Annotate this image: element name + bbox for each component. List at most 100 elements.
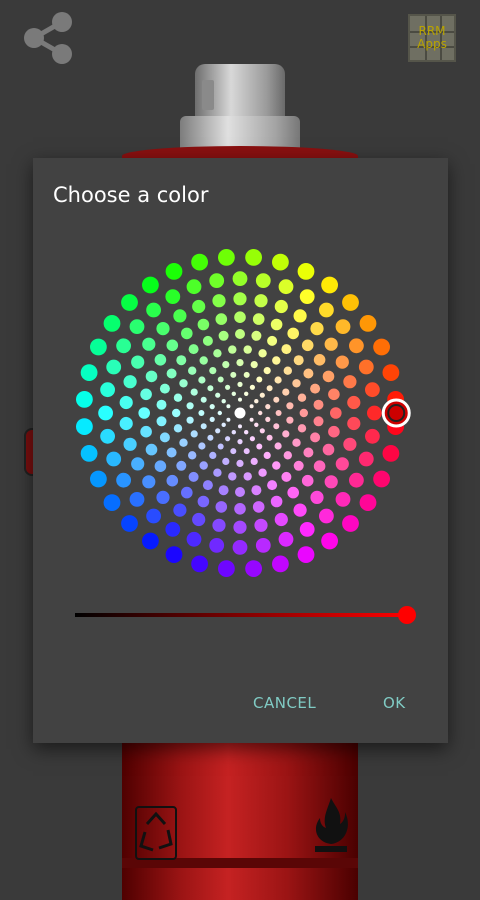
color-swatch[interactable] [197, 318, 210, 331]
color-swatch[interactable] [156, 490, 170, 504]
color-swatch[interactable] [221, 422, 226, 427]
color-swatch[interactable] [221, 399, 226, 404]
color-swatch[interactable] [365, 428, 380, 444]
color-swatch[interactable] [286, 402, 294, 410]
color-swatch[interactable] [258, 468, 267, 477]
color-swatch[interactable] [243, 472, 252, 481]
color-swatch[interactable] [282, 430, 290, 438]
color-swatch[interactable] [222, 361, 230, 369]
color-swatch[interactable] [287, 486, 299, 499]
color-swatch[interactable] [156, 322, 170, 336]
color-swatch[interactable] [100, 382, 115, 398]
color-swatch[interactable] [222, 457, 230, 465]
color-swatch[interactable] [233, 292, 247, 306]
color-swatch[interactable] [282, 388, 290, 396]
color-swatch[interactable] [283, 451, 292, 460]
color-swatch[interactable] [266, 434, 273, 441]
color-swatch[interactable] [365, 382, 380, 398]
color-swatch[interactable] [358, 451, 374, 467]
color-swatch[interactable] [198, 376, 206, 384]
color-swatch[interactable] [251, 485, 262, 496]
color-swatch[interactable] [373, 338, 390, 356]
color-swatch[interactable] [213, 349, 222, 358]
color-swatch[interactable] [98, 405, 113, 421]
color-swatch[interactable] [335, 355, 349, 369]
color-swatch[interactable] [140, 425, 152, 438]
color-swatch[interactable] [142, 337, 156, 351]
color-swatch[interactable] [243, 448, 250, 455]
color-swatch[interactable] [313, 460, 326, 473]
color-swatch[interactable] [237, 381, 243, 387]
color-swatch[interactable] [245, 560, 262, 577]
color-swatch[interactable] [238, 424, 242, 429]
color-swatch[interactable] [237, 439, 243, 445]
cancel-button[interactable]: CANCEL [253, 694, 316, 712]
color-swatch[interactable] [265, 416, 271, 422]
color-swatch[interactable] [217, 410, 222, 416]
color-swatch[interactable] [245, 249, 262, 266]
color-swatch[interactable] [156, 399, 167, 410]
color-swatch[interactable] [80, 445, 98, 462]
color-swatch[interactable] [207, 385, 214, 392]
color-swatch[interactable] [244, 430, 249, 435]
color-swatch[interactable] [179, 379, 188, 388]
color-swatch[interactable] [198, 410, 205, 416]
color-swatch[interactable] [145, 443, 158, 456]
color-swatch[interactable] [310, 490, 324, 504]
color-swatch[interactable] [100, 428, 115, 444]
color-swatch[interactable] [116, 472, 131, 488]
color-swatch[interactable] [293, 503, 307, 517]
color-swatch[interactable] [217, 376, 224, 383]
color-swatch[interactable] [249, 436, 255, 442]
color-swatch[interactable] [156, 416, 167, 427]
color-swatch[interactable] [190, 388, 198, 396]
color-swatch[interactable] [166, 339, 179, 352]
color-swatch[interactable] [119, 416, 133, 431]
color-swatch[interactable] [263, 451, 271, 459]
color-swatch[interactable] [310, 383, 321, 394]
color-swatch[interactable] [250, 457, 258, 465]
color-swatch[interactable] [129, 319, 145, 334]
color-swatch[interactable] [286, 416, 294, 424]
color-swatch[interactable] [235, 329, 245, 339]
color-swatch[interactable] [274, 512, 288, 527]
color-swatch[interactable] [252, 313, 265, 325]
color-swatch[interactable] [254, 399, 259, 404]
color-swatch[interactable] [191, 253, 209, 271]
color-swatch[interactable] [225, 384, 231, 390]
color-swatch[interactable] [274, 442, 282, 450]
color-swatch[interactable] [281, 344, 292, 355]
color-swatch[interactable] [76, 418, 93, 435]
color-swatch[interactable] [90, 470, 107, 488]
color-swatch[interactable] [215, 501, 228, 513]
color-swatch[interactable] [283, 366, 292, 375]
color-swatch[interactable] [176, 460, 187, 471]
color-swatch[interactable] [209, 404, 215, 410]
color-swatch[interactable] [313, 354, 326, 366]
color-swatch[interactable] [335, 457, 349, 471]
color-swatch[interactable] [343, 375, 357, 389]
color-swatch[interactable] [190, 430, 198, 438]
color-swatch[interactable] [299, 289, 315, 304]
color-swatch[interactable] [293, 460, 304, 471]
color-swatch[interactable] [165, 263, 183, 280]
color-swatch[interactable] [209, 416, 215, 422]
color-swatch[interactable] [251, 330, 262, 341]
color-swatch[interactable] [342, 515, 359, 532]
color-swatch[interactable] [119, 395, 133, 410]
color-swatch[interactable] [272, 555, 289, 573]
color-swatch[interactable] [131, 457, 145, 471]
color-swatch[interactable] [90, 338, 107, 356]
color-swatch[interactable] [382, 445, 400, 462]
color-swatch[interactable] [146, 302, 161, 318]
color-swatch[interactable] [199, 461, 208, 470]
color-swatch[interactable] [166, 368, 177, 379]
color-swatch[interactable] [186, 531, 202, 547]
color-swatch[interactable] [123, 437, 137, 451]
color-swatch[interactable] [270, 495, 283, 508]
color-swatch[interactable] [278, 279, 294, 295]
color-swatch[interactable] [236, 459, 244, 467]
color-swatch[interactable] [275, 410, 282, 416]
color-swatch[interactable] [322, 443, 335, 456]
color-swatch[interactable] [202, 335, 213, 346]
